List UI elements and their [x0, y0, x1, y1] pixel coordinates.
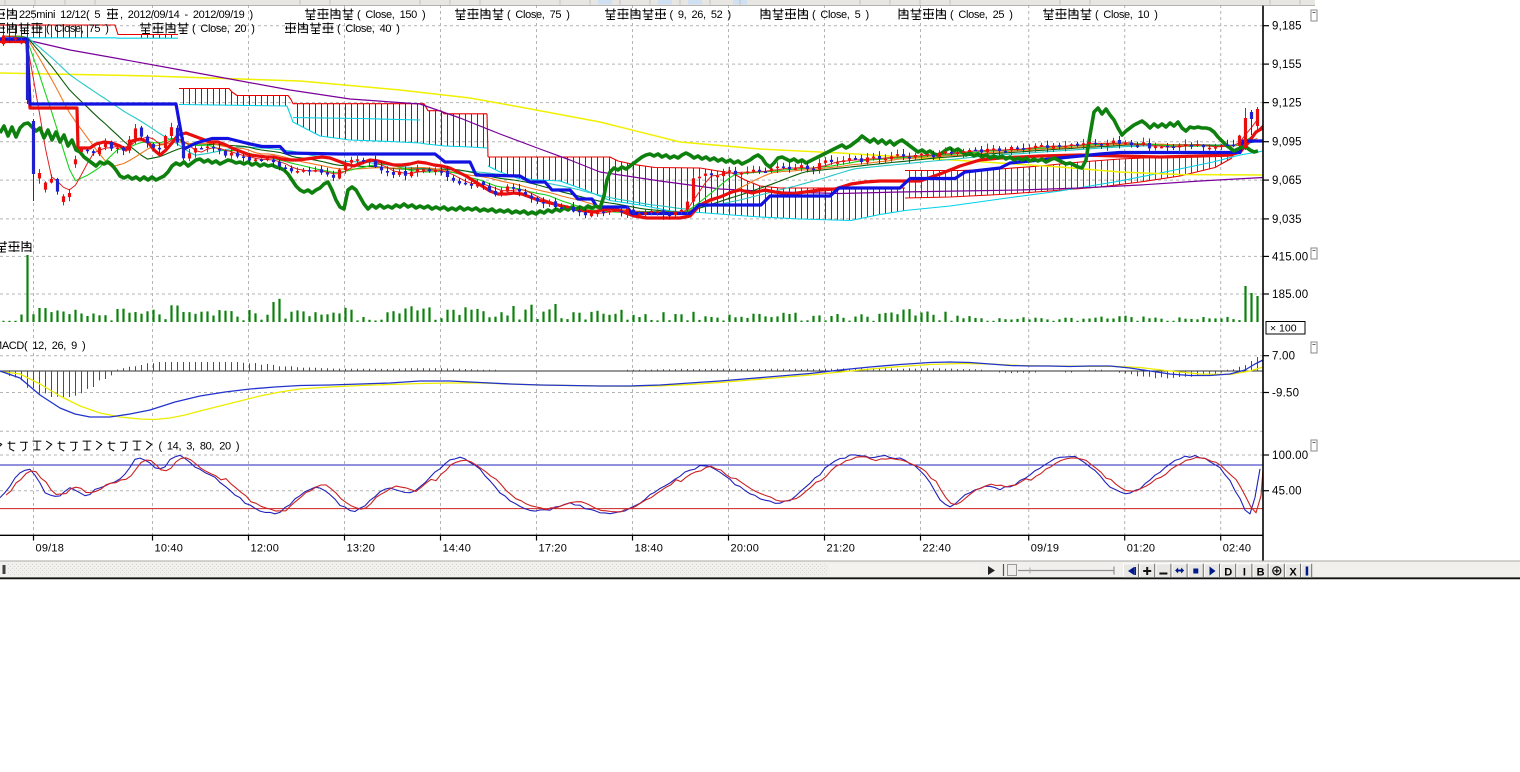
svg-text:( 9, 26, 52 ): ( 9, 26, 52 ) — [670, 9, 731, 21]
svg-text:21:20: 21:20 — [827, 543, 856, 555]
svg-text:17:20: 17:20 — [539, 543, 568, 555]
svg-text:09/18: 09/18 — [36, 543, 65, 555]
svg-text:01:20: 01:20 — [1127, 543, 1156, 555]
svg-text:13:20: 13:20 — [347, 543, 376, 555]
svg-text:-9.50: -9.50 — [1272, 388, 1299, 400]
svg-text:( Close, 20 ): ( Close, 20 ) — [192, 23, 255, 35]
svg-text:09/19: 09/19 — [1031, 543, 1060, 555]
svg-text:( Close, 75 ): ( Close, 75 ) — [46, 23, 109, 35]
svg-text:100.00: 100.00 — [1272, 450, 1308, 462]
svg-text:, 2012/09/14 - 2012/09/19 ): , 2012/09/14 - 2012/09/19 ) — [120, 9, 253, 21]
svg-text:9,035: 9,035 — [1272, 214, 1302, 226]
svg-text:B: B — [1257, 567, 1265, 579]
svg-text:20:00: 20:00 — [731, 543, 760, 555]
svg-text:18:40: 18:40 — [635, 543, 664, 555]
svg-text:( Close, 10 ): ( Close, 10 ) — [1095, 9, 1158, 21]
svg-text:9,065: 9,065 — [1272, 175, 1302, 187]
svg-text:( 14, 3, 80, 20 ): ( 14, 3, 80, 20 ) — [159, 441, 240, 453]
svg-text:9,095: 9,095 — [1272, 137, 1302, 149]
svg-text:02:40: 02:40 — [1223, 543, 1252, 555]
svg-text:MACD( 12, 26, 9 ): MACD( 12, 26, 9 ) — [0, 340, 85, 352]
svg-text:185.00: 185.00 — [1272, 289, 1308, 301]
svg-text:22:40: 22:40 — [923, 543, 952, 555]
svg-text:( Close, 75 ): ( Close, 75 ) — [507, 9, 570, 21]
svg-text:225mini 12/12( 5: 225mini 12/12( 5 — [19, 9, 100, 21]
svg-text:12:00: 12:00 — [251, 543, 280, 555]
svg-text:( Close, 5 ): ( Close, 5 ) — [812, 9, 869, 21]
svg-text:45.00: 45.00 — [1272, 486, 1302, 498]
svg-text:D: D — [1224, 567, 1232, 579]
svg-text:X: X — [1289, 567, 1297, 579]
svg-text:I: I — [1243, 567, 1246, 579]
svg-text:( Close, 40 ): ( Close, 40 ) — [337, 23, 400, 35]
svg-text:14:40: 14:40 — [443, 543, 472, 555]
svg-text:10:40: 10:40 — [155, 543, 184, 555]
svg-text:9,125: 9,125 — [1272, 98, 1302, 110]
svg-text:7.00: 7.00 — [1272, 351, 1295, 363]
svg-text:( Close, 150 ): ( Close, 150 ) — [357, 9, 425, 21]
svg-text:9,155: 9,155 — [1272, 59, 1302, 71]
svg-text:( Close, 25 ): ( Close, 25 ) — [950, 9, 1013, 21]
svg-text:× 100: × 100 — [1270, 323, 1297, 335]
svg-text:415.00: 415.00 — [1272, 251, 1308, 263]
svg-text:9,185: 9,185 — [1272, 21, 1302, 33]
